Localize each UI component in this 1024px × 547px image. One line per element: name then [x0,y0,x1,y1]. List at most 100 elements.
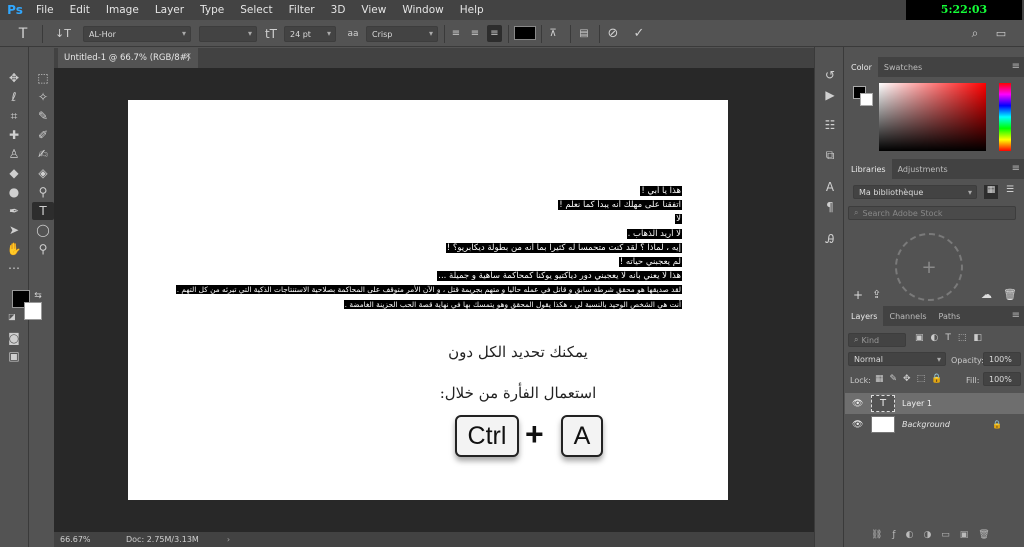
tab-libraries[interactable]: Libraries [845,159,892,179]
menu-select[interactable]: Select [232,0,280,20]
commit-edit-icon[interactable]: ✓ [631,25,647,42]
pen-tool-icon[interactable]: ✒ [3,202,25,220]
library-dropdown[interactable]: Ma bibliothèque ▾ [853,185,977,199]
paint-bucket-icon[interactable]: ◈ [32,164,54,182]
font-size-dropdown[interactable]: 24 pt ▾ [284,26,336,42]
glyphs-panel-icon[interactable]: Ꭿ [822,231,838,247]
tab-swatches[interactable]: Swatches [878,57,928,77]
layer-kind-filter[interactable]: ⌕ Kind [848,333,906,347]
menu-file[interactable]: File [28,0,62,20]
eyedropper-icon[interactable]: ✎ [32,107,54,125]
upload-icon[interactable]: ⇪ [872,288,881,301]
cloud-sync-icon[interactable]: ☁ [981,288,992,301]
menu-edit[interactable]: Edit [62,0,98,20]
tab-color[interactable]: Color [845,57,878,77]
eraser-tool-icon[interactable]: ◆ [3,164,25,182]
menu-view[interactable]: View [353,0,394,20]
healing-brush-icon[interactable]: ✚ [3,126,25,144]
tab-channels[interactable]: Channels [883,306,932,326]
menu-filter[interactable]: Filter [281,0,323,20]
menu-window[interactable]: Window [394,0,451,20]
antialias-dropdown[interactable]: Crisp ▾ [366,26,438,42]
tab-adjustments[interactable]: Adjustments [892,159,954,179]
paragraph-panel-icon[interactable]: ¶ [822,199,838,215]
layers-footer-icons[interactable]: ⛓ƒ◐◑▭▣🗑 [871,530,1000,540]
type-tool-preset-icon[interactable]: T [14,25,32,42]
tab-layers[interactable]: Layers [845,306,884,326]
adjust-panel-icon[interactable]: ⧉ [822,147,838,163]
zoom-tool-icon[interactable]: ⚲ [32,240,54,258]
warp-text-icon[interactable]: ⊼ [545,25,561,42]
path-selection-icon[interactable]: ➤ [3,221,25,239]
document-tab[interactable]: Untitled-1 @ 66.7% (RGB/8#) × [58,48,198,68]
swap-colors-icon[interactable]: ⇆ [32,287,44,305]
align-right-icon[interactable]: ≡ [487,25,502,42]
quick-mask-icon[interactable]: ◙ [3,329,25,347]
menu-type[interactable]: Type [192,0,232,20]
list-view-icon[interactable]: ☰ [1003,185,1017,199]
menu-image[interactable]: Image [98,0,147,20]
visibility-eye-icon[interactable]: 👁 [852,399,863,409]
cancel-edit-icon[interactable]: ⊘ [605,25,621,42]
actions-panel-icon[interactable]: ▶ [822,87,838,103]
character-panel-icon[interactable]: A [822,179,838,195]
menu-help[interactable]: Help [452,0,492,20]
toggle-text-orientation-icon[interactable]: ↓T [54,25,72,42]
text-line: لم يعجبني حياته ! [618,256,682,267]
color-picker-field[interactable] [879,83,986,151]
align-left-icon[interactable]: ≡ [449,25,463,42]
fill-field[interactable]: 100% [983,372,1021,386]
crop-tool-icon[interactable]: ⌗ [3,107,25,125]
font-style-dropdown[interactable]: ▾ [199,26,257,42]
text-color-swatch[interactable] [514,26,536,40]
stock-search-input[interactable]: ⌕ Search Adobe Stock [848,206,1016,220]
hue-slider[interactable] [999,83,1011,151]
status-menu-arrow-icon[interactable]: › [227,535,230,544]
hand-tool-icon[interactable]: ✋ [3,240,25,258]
magic-wand-icon[interactable]: ✧ [32,88,54,106]
move-tool-icon[interactable]: ✥ [3,69,25,87]
chevron-down-icon: ▾ [247,29,252,38]
delete-icon[interactable]: 🗑 [1003,288,1017,301]
blend-mode-dropdown[interactable]: Normal ▾ [848,352,946,366]
menu-layer[interactable]: Layer [147,0,192,20]
history-brush-icon[interactable]: ✍ [32,145,54,163]
properties-panel-icon[interactable]: ☷ [822,117,838,133]
tab-paths[interactable]: Paths [933,306,967,326]
document-canvas[interactable]: هذا يا أبي ! اتفقنا على مهلك أنه يبدأ كم… [128,100,728,500]
close-icon[interactable]: × [184,51,192,62]
lock-icons[interactable]: ▦✎✥⬚🔒 [875,374,948,384]
panel-menu-icon[interactable]: ≡ [1012,163,1020,174]
panel-menu-icon[interactable]: ≡ [1012,310,1020,321]
blur-tool-icon[interactable]: ● [3,183,25,201]
character-panel-icon[interactable]: ▤ [576,25,592,42]
dodge-tool-icon[interactable]: ⚲ [32,183,54,201]
add-library-item-icon[interactable]: + [895,233,963,301]
menu-3d[interactable]: 3D [323,0,354,20]
layer-row-layer-1[interactable]: 👁 T Layer 1 [845,393,1024,414]
grid-view-icon[interactable]: ▦ [984,185,998,199]
add-content-icon[interactable]: + [853,288,863,302]
font-family-dropdown[interactable]: AL-Hor ▾ [83,26,191,42]
more-tools-icon[interactable]: ⋯ [3,259,25,277]
color-panel-background[interactable] [860,93,873,106]
workspace-icon[interactable]: ▭ [993,25,1009,42]
align-center-icon[interactable]: ≡ [468,25,482,42]
panel-menu-icon[interactable]: ≡ [1012,61,1020,72]
visibility-eye-icon[interactable]: 👁 [852,420,863,430]
ellipse-tool-icon[interactable]: ◯ [32,221,54,239]
marquee-tool-icon[interactable]: ⬚ [32,69,54,87]
opacity-field[interactable]: 100% [983,352,1021,366]
brush-tool-icon[interactable]: ✐ [32,126,54,144]
zoom-level[interactable]: 66.67% [54,535,91,544]
history-panel-icon[interactable]: ↺ [822,67,838,83]
layer-filter-icons[interactable]: ▣◐T⬚◧ [915,333,989,343]
search-icon[interactable]: ⌕ [967,25,983,42]
layer-row-background[interactable]: 👁 Background 🔒 [845,414,1024,435]
default-colors-icon[interactable]: ◪ [6,307,18,325]
screen-mode-icon[interactable]: ▣ [3,347,25,365]
selected-text-block[interactable]: هذا يا أبي ! اتفقنا على مهلك أنه يبدأ كم… [175,184,682,312]
lasso-tool-icon[interactable]: ℓ [3,88,25,106]
clone-stamp-icon[interactable]: ♙ [3,145,25,163]
type-tool-icon[interactable]: T [32,202,54,220]
